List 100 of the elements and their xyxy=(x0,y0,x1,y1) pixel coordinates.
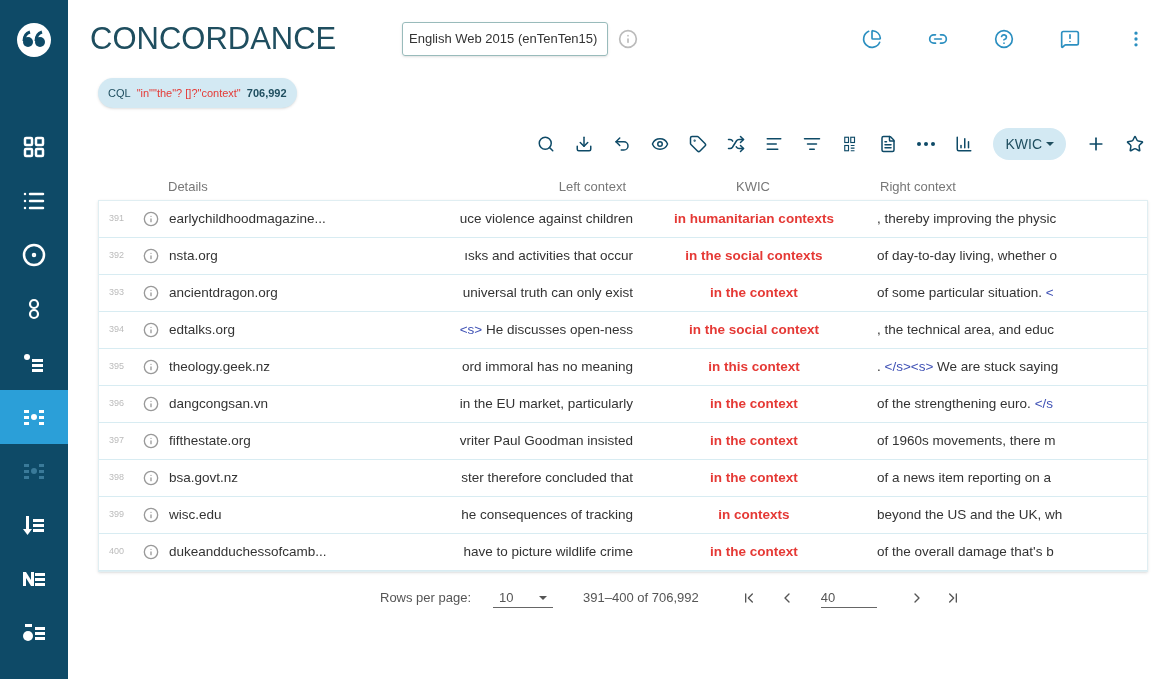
line-number: 394 xyxy=(108,323,126,337)
bar-chart-icon xyxy=(955,135,974,153)
shuffle-icon xyxy=(727,135,746,153)
info-icon[interactable] xyxy=(143,544,159,560)
right-context-cell-text: of a news item reporting on a xyxy=(876,468,1053,487)
info-icon[interactable] xyxy=(143,507,159,523)
toolbar-button[interactable] xyxy=(575,135,594,153)
info-icon[interactable] xyxy=(143,322,159,338)
bullet-list-icon xyxy=(22,351,46,375)
sort-icon xyxy=(765,135,784,153)
caret-icon xyxy=(539,595,548,600)
info-icon[interactable] xyxy=(143,396,159,412)
query-type: CQL xyxy=(108,85,131,101)
star-icon[interactable] xyxy=(1126,135,1144,153)
left-context-cell-text: in the EU market, particularly xyxy=(458,394,634,413)
toolbar-button[interactable] xyxy=(879,135,898,153)
download-icon xyxy=(575,135,594,153)
view-dropdown[interactable]: KWIC xyxy=(993,128,1066,160)
right-context-cell-text: of day-to-day living, whether o xyxy=(876,246,1059,265)
kwic-cell[interactable]: in the social context xyxy=(639,319,869,341)
query-text: "in""the"? []?"context" xyxy=(136,85,241,101)
line-number: 393 xyxy=(108,286,126,300)
info-icon[interactable] xyxy=(143,211,159,227)
right-context-cell-text: of the overall damage that's b xyxy=(876,542,1055,561)
kwic-cell[interactable]: in contexts xyxy=(639,504,869,526)
dashboard-icon xyxy=(22,135,46,159)
pie-chart-icon[interactable] xyxy=(862,29,882,49)
corpus-field[interactable]: English Web 2015 (enTenTen15) xyxy=(402,22,608,56)
toolbar-button[interactable] xyxy=(727,135,746,153)
line-number: 399 xyxy=(108,508,126,522)
page-title: CONCORDANCE xyxy=(90,19,338,58)
toolbar-button[interactable] xyxy=(955,135,974,153)
kwic-cell[interactable]: in the context xyxy=(639,541,869,563)
line-number: 400 xyxy=(108,545,126,559)
right-context-cell-text: of 1960s movements, there m xyxy=(876,431,1057,450)
toolbar-button[interactable] xyxy=(537,135,556,153)
left-context-cell-text: vriter Paul Goodman insisted xyxy=(458,431,634,450)
filter-icon xyxy=(803,135,822,153)
details-cell[interactable]: dangcongsan.vn xyxy=(169,393,369,415)
line-number: 392 xyxy=(108,249,126,263)
details-cell[interactable]: nsta.org xyxy=(169,245,369,267)
right-context-cell-text: , thereby improving the physic xyxy=(876,209,1058,228)
line-number: 395 xyxy=(108,360,126,374)
right-context-cell-text: . </s><s> We are stuck saying xyxy=(876,357,1060,376)
toolbar-button[interactable] xyxy=(689,135,708,153)
right-context-cell-text: beyond the US and the UK, wh xyxy=(876,505,1064,524)
details-cell[interactable]: bsa.govt.nz xyxy=(169,467,369,489)
column-header: Left context xyxy=(557,178,627,197)
kwic-cell[interactable]: in the context xyxy=(639,430,869,452)
left-context-cell-text: have to picture wildlife crime xyxy=(462,542,634,561)
left-context-cell-text: uce violence against children xyxy=(458,209,634,228)
toolbar-button[interactable] xyxy=(613,135,632,153)
kwic-cell[interactable]: in humanitarian contexts xyxy=(639,208,869,230)
sort-list-icon xyxy=(22,513,46,537)
left-context-cell-text: ster therefore concluded that xyxy=(460,468,634,487)
column-header: Details xyxy=(168,178,209,197)
feedback-icon[interactable] xyxy=(1060,29,1080,49)
kwic-cell[interactable]: in this context xyxy=(639,356,869,378)
kwic-cell[interactable]: in the context xyxy=(639,282,869,304)
right-context-cell-text: of the strengthening euro. </s xyxy=(876,394,1054,413)
eye-icon xyxy=(651,135,670,153)
toolbar-button[interactable] xyxy=(651,135,670,153)
toolbar-button[interactable] xyxy=(803,135,822,153)
rows-per-page-label: Rows per page: xyxy=(380,589,472,608)
line-number: 398 xyxy=(108,471,126,485)
logo-icon xyxy=(16,22,52,58)
details-cell[interactable]: ancientdragon.org xyxy=(169,282,369,304)
info-icon[interactable] xyxy=(143,470,159,486)
toolbar-button[interactable] xyxy=(765,135,784,153)
info-icon[interactable] xyxy=(143,359,159,375)
kwic-cell[interactable]: in the context xyxy=(639,467,869,489)
query-chip[interactable]: CQL "in""the"? []?"context" 706,992 xyxy=(98,78,297,108)
details-cell[interactable]: earlychildhoodmagazine... xyxy=(169,208,369,230)
search-icon xyxy=(537,135,556,153)
help-icon[interactable] xyxy=(994,29,1014,49)
details-cell[interactable]: theology.geek.nz xyxy=(169,356,369,378)
left-context-cell-text: universal truth can only exist xyxy=(461,283,634,302)
caret-icon xyxy=(1046,142,1054,146)
info-icon[interactable] xyxy=(143,285,159,301)
details-cell[interactable]: dukeandduchessofcamb... xyxy=(169,541,369,563)
target-icon xyxy=(22,243,46,267)
info-icon[interactable] xyxy=(143,248,159,264)
info-icon[interactable] xyxy=(143,433,159,449)
details-cell[interactable]: wisc.edu xyxy=(169,504,369,526)
result-count: 706,992 xyxy=(246,85,287,101)
document-icon xyxy=(879,135,898,153)
left-context-cell-text: <s> He discusses open-ness xyxy=(458,320,634,339)
page-number-field[interactable]: 40 xyxy=(820,587,877,609)
rows-per-page-select[interactable]: 10 xyxy=(493,587,554,609)
right-context-cell-text: of some particular situation. < xyxy=(876,283,1055,302)
column-header: Right context xyxy=(879,178,956,197)
kwic-cell[interactable]: in the context xyxy=(639,393,869,415)
kwic-cell[interactable]: in the social contexts xyxy=(639,245,869,267)
page-range: 391–400 of 706,992 xyxy=(583,589,699,608)
line-number: 391 xyxy=(108,212,126,226)
toolbar-button[interactable] xyxy=(917,142,936,146)
details-cell[interactable]: fifthestate.org xyxy=(169,430,369,452)
line-number: 396 xyxy=(108,397,126,411)
details-cell[interactable]: edtalks.org xyxy=(169,319,369,341)
column-header: KWIC xyxy=(735,178,771,197)
